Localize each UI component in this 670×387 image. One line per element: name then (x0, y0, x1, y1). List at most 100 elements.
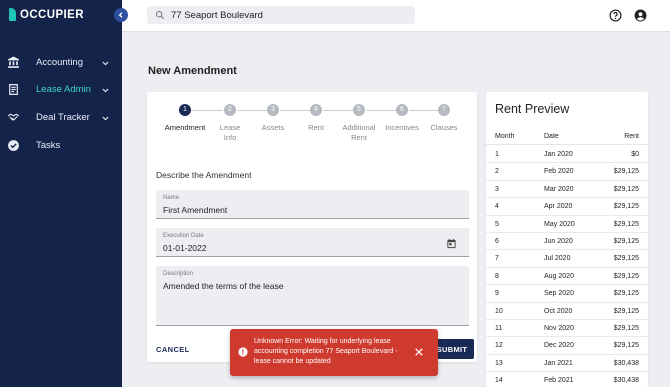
sidebar-item-accounting[interactable]: Accounting (0, 51, 122, 75)
stepper: 1 Amendment 2 Lease Info 3 Assets 4 Rent… (147, 92, 477, 152)
logo-mark-icon (9, 8, 16, 21)
close-icon[interactable] (414, 347, 424, 357)
sidebar-item-deal-tracker[interactable]: Deal Tracker (0, 106, 122, 130)
rent-cell: $29,125 (613, 325, 639, 332)
step-number: 4 (310, 104, 322, 116)
table-row: 7 Jul 2020 $29,125 (486, 250, 648, 268)
table-row: 2 Feb 2020 $29,125 (486, 163, 648, 181)
month-cell: 8 (495, 272, 499, 280)
execution-date-field[interactable]: Execution Date 01-01-2022 (156, 228, 469, 257)
execution-date-value: 01-01-2022 (163, 243, 207, 253)
app-logo[interactable]: OCCUPIER (9, 8, 84, 21)
rent-preview-panel: Rent Preview Month Date Rent 1 Jan 2020 $0… (486, 92, 648, 387)
step-number: 2 (224, 104, 236, 116)
month-cell: 7 (495, 255, 499, 263)
table-row: 5 May 2020 $29,125 (486, 216, 648, 233)
account-icon[interactable] (634, 9, 647, 22)
date-cell: Dec 2020 (544, 342, 574, 350)
table-row: 12 Dec 2020 $29,125 (486, 337, 648, 355)
rent-cell: $29,125 (613, 290, 639, 298)
step-number: 6 (396, 104, 408, 116)
step-number: 3 (267, 104, 279, 116)
month-cell: 10 (495, 307, 503, 315)
logo-text: OCCUPIER (20, 8, 84, 21)
month-cell: 6 (495, 238, 499, 245)
rent-cell: $29,125 (613, 185, 639, 193)
month-cell: 9 (495, 290, 499, 298)
sidebar: OCCUPIER Accounting Lease Admin Deal Tra… (0, 0, 122, 387)
step-label: Clauses (430, 123, 458, 132)
error-message: Unknown Error: Waiting for underlying le… (254, 338, 398, 365)
date-cell: Apr 2020 (544, 203, 573, 211)
execution-date-label: Execution Date (163, 233, 204, 239)
month-cell: 12 (495, 342, 503, 350)
cancel-button[interactable]: CANCEL (156, 345, 190, 354)
name-field-label: Name (163, 195, 180, 201)
table-row: 8 Aug 2020 $29,125 (486, 268, 648, 286)
amendment-form-card: 1 Amendment 2 Lease Info 3 Assets 4 Rent… (147, 92, 477, 362)
date-cell: Jul 2020 (544, 255, 571, 263)
table-row: 4 Apr 2020 $29,125 (486, 198, 648, 216)
month-cell: 1 (495, 151, 499, 158)
search-bar[interactable] (147, 6, 415, 24)
handshake-icon (7, 113, 20, 121)
step-number: 5 (353, 104, 365, 116)
date-cell: Jan 2021 (544, 359, 573, 367)
table-row: 1 Jan 2020 $0 (486, 146, 648, 164)
sidebar-item-tasks[interactable]: Tasks (0, 134, 122, 158)
date-cell: Oct 2020 (544, 307, 573, 315)
rent-preview-title: Rent Preview (495, 102, 570, 116)
chevron-down-icon (102, 61, 109, 66)
month-cell: 2 (495, 168, 499, 176)
table-row: 9 Sep 2020 $29,125 (486, 285, 648, 303)
month-cell: 13 (495, 359, 503, 367)
error-toast: Unknown Error: Waiting for underlying le… (230, 329, 438, 376)
sidebar-item-lease-admin[interactable]: Lease Admin (0, 78, 122, 102)
sidebar-item-label: Deal Tracker (36, 112, 90, 123)
table-row: 3 Mar 2020 $29,125 (486, 181, 648, 199)
table-row: 6 Jun 2020 $29,125 (486, 233, 648, 251)
search-icon (155, 10, 165, 20)
month-cell: 11 (495, 325, 503, 332)
description-field[interactable]: Description Amended the terms of the lea… (156, 266, 469, 326)
date-cell: Aug 2020 (544, 272, 574, 280)
sidebar-item-label: Tasks (36, 140, 61, 151)
date-cell: Feb 2020 (544, 168, 574, 176)
error-icon (238, 347, 248, 357)
date-cell: Jan 2020 (544, 151, 573, 158)
column-header-rent: Rent (624, 133, 639, 140)
date-cell: May 2020 (544, 220, 575, 228)
check-circle-icon (8, 140, 19, 151)
month-cell: 14 (495, 377, 503, 385)
sidebar-item-label: Accounting (36, 57, 84, 68)
date-cell: Jun 2020 (544, 238, 573, 245)
rent-cell: $29,125 (613, 255, 639, 263)
section-label: Describe the Amendment (156, 170, 252, 180)
rent-cell: $29,125 (613, 203, 639, 211)
table-row: 10 Oct 2020 $29,125 (486, 303, 648, 320)
step-clauses[interactable]: 7 Clauses (418, 104, 470, 133)
rent-cell: $0 (631, 151, 639, 158)
name-field-value: First Amendment (163, 205, 228, 215)
calendar-icon[interactable] (446, 238, 457, 249)
table-row: 14 Feb 2021 $30,438 (486, 372, 648, 387)
description-value: Amended the terms of the lease (163, 281, 284, 291)
rent-cell: $29,125 (613, 238, 639, 245)
rent-table-header: Month Date Rent (486, 128, 648, 145)
table-row: 13 Jan 2021 $30,438 (486, 355, 648, 373)
rent-cell: $29,125 (613, 220, 639, 228)
column-header-date: Date (544, 133, 559, 140)
step-number: 7 (438, 104, 450, 116)
date-cell: Sep 2020 (544, 290, 574, 298)
bank-icon (8, 56, 19, 68)
rent-cell: $30,438 (613, 377, 639, 385)
search-input[interactable] (171, 9, 401, 21)
top-bar (122, 0, 670, 32)
chevron-left-icon (118, 12, 123, 18)
sidebar-collapse-button[interactable] (114, 8, 128, 22)
help-icon[interactable] (609, 9, 622, 22)
name-field[interactable]: Name First Amendment (156, 190, 469, 219)
rent-cell: $29,125 (613, 272, 639, 280)
step-label: Additional Rent (342, 123, 376, 142)
month-cell: 4 (495, 203, 499, 211)
